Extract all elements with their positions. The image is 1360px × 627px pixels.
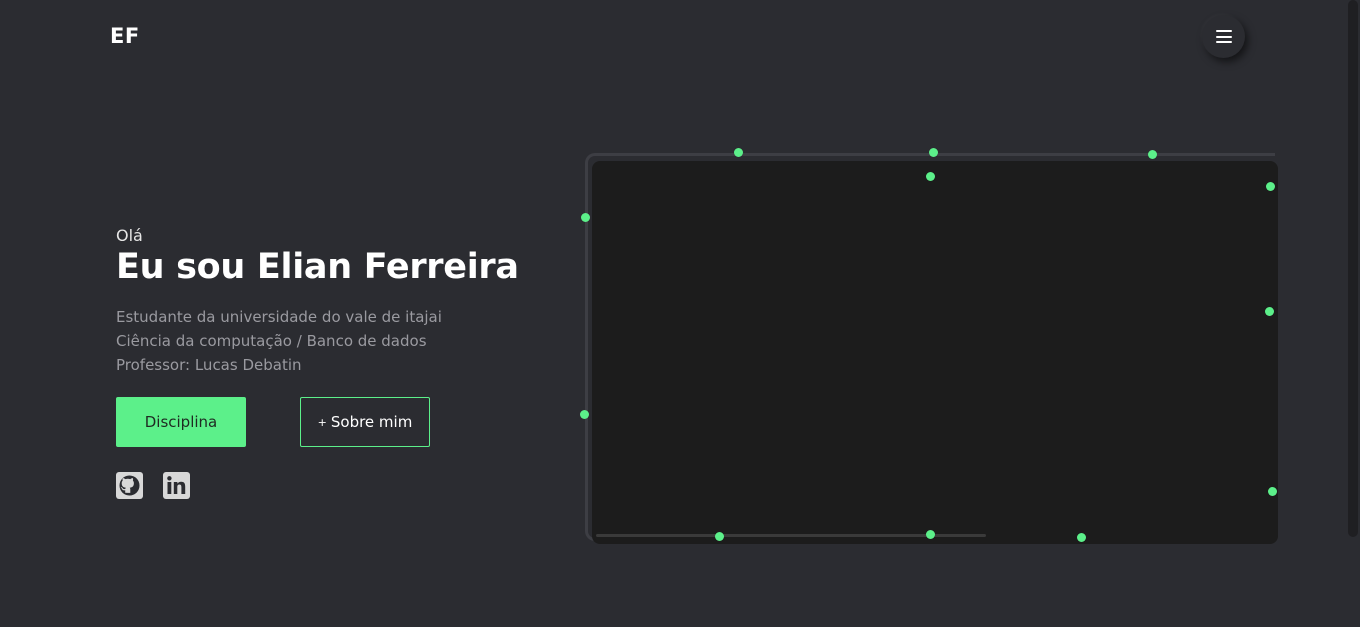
green-dot [1267,486,1277,496]
hero-description: Estudante da universidade do vale de ita… [116,305,536,377]
green-dot [1147,149,1157,159]
social-links [116,472,190,499]
github-link[interactable] [116,472,143,499]
github-icon [116,472,143,499]
description-line-professor: Professor: Lucas Debatin [116,356,302,374]
green-dot [714,531,724,541]
green-dot [925,171,935,181]
green-dot [925,529,935,539]
description-line-university: Estudante da universidade do vale de ita… [116,308,442,326]
green-dot [733,147,743,157]
sobre-mim-button[interactable]: + Sobre mim [300,397,430,447]
linkedin-link[interactable] [163,472,190,499]
sobre-mim-label: Sobre mim [330,413,413,431]
site-logo[interactable]: EF [110,24,140,48]
green-dot [579,409,589,419]
hero-title: Eu sou Elian Ferreira [116,247,519,287]
menu-button[interactable] [1202,15,1245,58]
hamburger-menu-icon [1215,30,1232,43]
greeting-text: Olá [116,226,143,245]
linkedin-icon [163,472,190,499]
preview-screen [592,161,1278,544]
description-line-course: Ciência da computação / Banco de dados [116,332,427,350]
disciplina-button[interactable]: Disciplina [116,397,246,447]
green-dot [1265,181,1275,191]
green-dot [1264,306,1274,316]
hero-section: Olá Eu sou Elian Ferreira Estudante da u… [116,226,536,377]
green-dot [1076,532,1086,542]
green-dot [928,147,938,157]
green-dot [580,212,590,222]
page-scrollbar[interactable] [1348,0,1358,537]
plus-icon: + [317,415,327,429]
